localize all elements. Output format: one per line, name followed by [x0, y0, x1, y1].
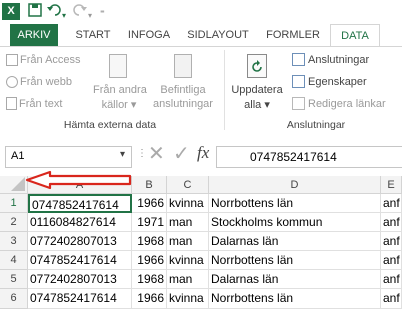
cell-e6[interactable]: anf — [381, 289, 402, 309]
web-icon — [6, 75, 18, 88]
cell-d4[interactable]: Norrbottens län — [209, 251, 381, 270]
tab-data[interactable]: DATA — [330, 24, 380, 47]
tab-infoga[interactable]: INFOGA — [124, 24, 174, 46]
properties-button[interactable]: Egenskaper — [292, 74, 367, 89]
edit-links-button[interactable]: Redigera länkar — [292, 96, 386, 111]
connections-button[interactable]: Anslutningar — [292, 52, 369, 67]
name-box-dropdown-icon[interactable]: ▾ — [120, 149, 125, 160]
name-box[interactable]: A1 ▾ — [5, 146, 132, 168]
customize-qat-icon[interactable]: ⁼ — [100, 4, 105, 22]
cell-a1[interactable]: 0747852417614 — [28, 194, 132, 213]
column-header-c[interactable]: C — [167, 176, 209, 194]
group-label-connections: Anslutningar — [286, 119, 346, 131]
cell-a4[interactable]: 0747852417614 — [28, 251, 132, 270]
cell-a2[interactable]: 0116084827614 — [28, 213, 132, 232]
formula-bar-grip-icon: ⋮ — [137, 148, 147, 159]
cell-d5[interactable]: Dalarnas län — [209, 270, 381, 289]
row-header[interactable]: 2 — [0, 213, 28, 232]
tab-formler[interactable]: FORMLER — [262, 24, 324, 46]
undo-icon[interactable] — [46, 3, 62, 21]
insert-function-button[interactable]: fx — [197, 143, 209, 163]
tab-sidlayout[interactable]: SIDLAYOUT — [182, 24, 254, 46]
excel-logo-icon: X — [2, 3, 20, 20]
cancel-icon[interactable]: ✕ — [148, 144, 165, 164]
cell-d6[interactable]: Norrbottens län — [209, 289, 381, 309]
cell-d3[interactable]: Dalarnas län — [209, 232, 381, 251]
redo-dropdown-icon[interactable]: ▾ — [88, 7, 92, 25]
column-header-e[interactable]: E — [381, 176, 402, 194]
existing-connections-button[interactable]: Befintliga anslutningar — [148, 54, 218, 118]
column-header-b[interactable]: B — [132, 176, 167, 194]
cell-a6[interactable]: 0747852417614 — [28, 289, 132, 309]
cell-c5[interactable]: man — [167, 270, 209, 289]
cell-e5[interactable]: anf — [381, 270, 402, 289]
cell-c2[interactable]: man — [167, 213, 209, 232]
cell-a5[interactable]: 0772402807013 — [28, 270, 132, 289]
text-file-icon — [6, 97, 17, 111]
cell-b6[interactable]: 1966 — [132, 289, 167, 309]
row-header[interactable]: 5 — [0, 270, 28, 289]
cell-e2[interactable]: anf — [381, 213, 402, 232]
cell-b2[interactable]: 1971 — [132, 213, 167, 232]
from-access-button[interactable]: Från Access — [6, 52, 81, 66]
formula-input[interactable]: 0747852417614 — [216, 146, 402, 168]
row-header[interactable]: 4 — [0, 251, 28, 270]
cell-b1[interactable]: 1966 — [132, 194, 167, 213]
column-header-d[interactable]: D — [209, 176, 381, 194]
other-sources-button[interactable]: Från andra källor ▾ — [93, 54, 147, 118]
cell-b3[interactable]: 1968 — [132, 232, 167, 251]
properties-icon — [292, 75, 305, 89]
edit-links-icon — [292, 97, 305, 111]
refresh-icon — [247, 54, 267, 78]
cell-e1[interactable]: anf — [381, 194, 402, 213]
group-label-external-data: Hämta externa data — [63, 119, 157, 131]
cell-d1[interactable]: Norrbottens län — [209, 194, 381, 213]
other-sources-icon — [109, 54, 127, 78]
cell-d2[interactable]: Stockholms kommun — [209, 213, 381, 232]
cell-b4[interactable]: 1966 — [132, 251, 167, 270]
refresh-all-button[interactable]: Uppdatera alla ▾ — [230, 54, 284, 118]
red-arrow-annotation — [25, 170, 132, 190]
cell-c6[interactable]: kvinna — [167, 289, 209, 309]
enter-icon[interactable]: ✓ — [173, 144, 190, 164]
tab-arkiv[interactable]: ARKIV — [10, 24, 58, 46]
cell-e3[interactable]: anf — [381, 232, 402, 251]
row-header[interactable]: 3 — [0, 232, 28, 251]
cell-b5[interactable]: 1968 — [132, 270, 167, 289]
group-separator — [224, 50, 225, 130]
existing-connections-icon — [174, 54, 192, 78]
tab-start[interactable]: START — [70, 24, 116, 46]
cell-c1[interactable]: kvinna — [167, 194, 209, 213]
access-icon — [6, 53, 18, 66]
connections-icon — [292, 53, 305, 67]
formula-value: 0747852417614 — [250, 150, 337, 164]
undo-dropdown-icon[interactable]: ▾ — [62, 7, 66, 25]
cell-a3[interactable]: 0772402807013 — [28, 232, 132, 251]
redo-icon[interactable] — [72, 3, 88, 21]
from-web-button[interactable]: Från webb — [6, 74, 72, 88]
from-text-button[interactable]: Från text — [6, 96, 62, 111]
name-box-value: A1 — [11, 150, 25, 162]
cell-c4[interactable]: kvinna — [167, 251, 209, 270]
row-header[interactable]: 6 — [0, 289, 28, 309]
row-header[interactable]: 1 — [0, 194, 28, 213]
cell-c3[interactable]: man — [167, 232, 209, 251]
cell-e4[interactable]: anf — [381, 251, 402, 270]
save-icon[interactable] — [28, 3, 42, 21]
